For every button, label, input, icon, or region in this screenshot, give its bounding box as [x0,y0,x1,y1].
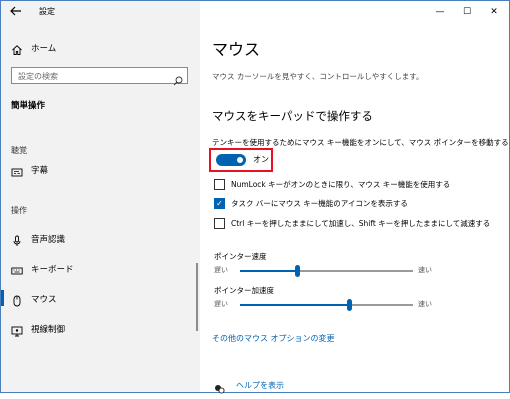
checkbox-label: NumLock キーがオンのときに限り、マウス キー機能を使用する [231,180,451,189]
back-arrow-icon[interactable] [8,4,24,20]
title-bar-left: 設定 [1,1,200,23]
sidebar-item-eye-control[interactable]: 視線制御 [1,317,200,339]
more-mouse-options-link[interactable]: その他のマウス オプションの変更 [212,333,335,344]
sidebar-item-label: 視線制御 [31,325,66,335]
mouse-keys-toggle[interactable] [216,154,246,166]
sidebar-item-mouse[interactable]: マウス [1,287,200,309]
checkbox-numlock[interactable]: NumLock キーがオンのときに限り、マウス キー機能を使用する [214,178,504,192]
search-input[interactable]: 設定の検索 [11,67,188,86]
sidebar-item-label: キーボード [31,265,74,275]
slider-thumb[interactable] [295,265,300,277]
sidebar-item-label: 音声認識 [31,235,66,245]
close-button[interactable]: ✕ [484,4,504,20]
slider-fill [240,270,297,272]
help-link[interactable]: ヘルプを表示 [214,379,334,394]
keyboard-icon [11,262,23,275]
slider-fill [240,304,349,306]
app-title: 設定 [39,7,55,16]
pointer-acceleration-label: ポインター加速度 [214,286,274,295]
sidebar: 設定 ホーム 設定の検索 簡単操作 聴覚 字幕 操作 音声認識 キーボード マウ… [1,1,200,392]
section-heading: 簡単操作 [11,101,46,111]
checkbox[interactable] [214,218,225,229]
checkbox[interactable] [214,179,225,190]
group-label-interaction: 操作 [11,206,27,215]
sidebar-item-label: ホーム [31,44,57,54]
help-chat-icon [214,380,225,394]
captions-icon [11,163,23,177]
sidebar-scrollbar[interactable] [196,263,198,331]
sidebar-item-label: 字幕 [31,166,49,176]
toggle-knob [237,157,243,163]
search-icon[interactable] [173,71,183,86]
slider-min-label: 遅い [214,266,228,274]
checkbox-ctrl-shift[interactable]: Ctrl キーを押したままにして加速し、Shift キーを押したままにして減速す… [214,217,504,231]
sidebar-item-keyboard[interactable]: キーボード [1,257,200,279]
help-label: ヘルプを表示 [236,381,284,390]
sidebar-item-home[interactable]: ホーム [1,37,200,57]
group-label-hearing: 聴覚 [11,146,27,155]
sidebar-item-label: マウス [31,295,57,305]
checkmark-icon[interactable]: ✓ [214,198,225,209]
sidebar-item-speech[interactable]: 音声認識 [1,227,200,249]
checkbox-label: Ctrl キーを押したままにして加速し、Shift キーを押したままにして減速す… [231,219,491,228]
sidebar-item-captions[interactable]: 字幕 [1,158,200,180]
toggle-highlight-box: オン [209,148,273,172]
eye-control-icon [11,322,23,337]
section-title: マウスをキーパッドで操作する [212,109,373,123]
checkbox-label: タスク バーにマウス キー機能のアイコンを表示する [231,199,408,208]
slider-max-label: 速い [418,266,432,274]
selected-indicator [1,290,4,306]
slider-thumb[interactable] [347,299,352,311]
page-description: マウス カーソールを見やすく、コントロールしやすくします。 [212,72,424,81]
pointer-speed-label: ポインター速度 [214,252,267,261]
search-placeholder: 設定の検索 [18,72,58,81]
mouse-icon [11,292,23,307]
main-content: — ☐ ✕ マウス マウス カーソールを見やすく、コントロールしやすくします。 … [200,1,509,394]
slider-min-label: 遅い [214,300,228,308]
slider-max-label: 速い [418,300,432,308]
minimize-button[interactable]: — [430,4,450,20]
page-title: マウス [212,40,261,59]
pointer-speed-slider[interactable] [240,265,413,277]
maximize-button[interactable]: ☐ [457,4,477,20]
toggle-description: テンキーを使用するためにマウス キー機能をオンにして、マウス ポインターを移動す… [212,138,509,147]
home-icon [11,41,23,55]
toggle-state-label: オン [253,155,269,164]
settings-window: 設定 ホーム 設定の検索 簡単操作 聴覚 字幕 操作 音声認識 キーボード マウ… [0,0,510,394]
pointer-acceleration-slider[interactable] [240,299,413,311]
checkbox-taskbar-icon[interactable]: ✓ タスク バーにマウス キー機能のアイコンを表示する [214,197,504,211]
microphone-icon [11,232,23,246]
